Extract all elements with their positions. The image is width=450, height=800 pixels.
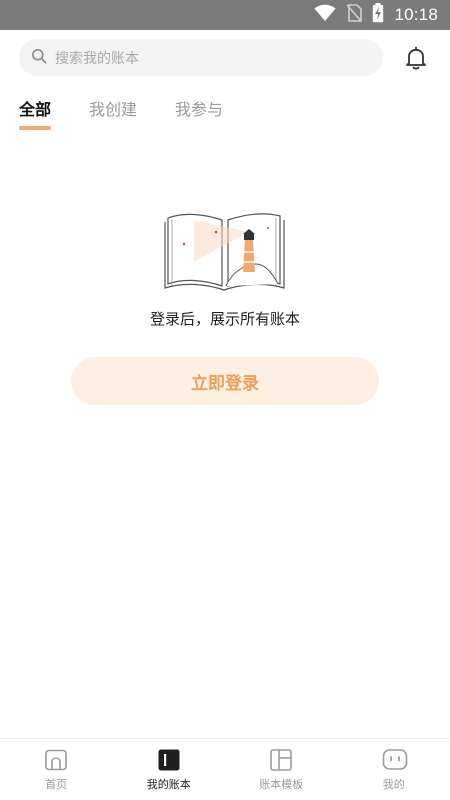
status-time: 10:18 [394,5,438,24]
tab-participating-label: 我参与 [175,100,224,119]
template-icon [269,748,293,772]
bottom-nav: 首页 我的账本 账本模板 我的 [0,738,450,800]
search-input[interactable]: 搜索我的账本 [19,39,383,76]
no-sim-icon [346,4,363,26]
search-icon [31,48,47,68]
profile-face-icon [382,748,408,772]
tab-all-label: 全部 [19,100,52,119]
notification-bell-icon[interactable] [402,44,430,72]
tab-all[interactable]: 全部 [19,96,52,130]
battery-charging-icon [372,3,384,27]
home-icon [44,748,68,772]
nav-home-label: 首页 [45,778,68,791]
nav-ledger-templates-label: 账本模板 [259,778,304,791]
tab-participating[interactable]: 我参与 [175,96,223,126]
status-bar: 10:18 [0,0,450,30]
status-icons: 10:18 [314,0,438,30]
nav-my-ledgers[interactable]: 我的账本 [113,739,226,800]
nav-ledger-templates[interactable]: 账本模板 [225,739,338,800]
ledger-filter-tabs: 全部 我创建 我参与 [19,96,261,130]
open-book-lighthouse-illustration [164,206,286,292]
nav-my-ledgers-label: 我的账本 [146,778,191,791]
nav-home[interactable]: 首页 [0,739,113,800]
ledger-icon [157,748,181,772]
nav-profile-label: 我的 [382,778,405,791]
tab-created-label: 我创建 [89,100,138,119]
search-placeholder: 搜索我的账本 [55,50,139,67]
nav-profile[interactable]: 我的 [338,739,450,800]
login-now-button[interactable]: 立即登录 [71,357,379,405]
wifi-icon [314,4,336,26]
empty-state-message: 登录后，展示所有账本 [149,310,300,328]
tab-created-by-me[interactable]: 我创建 [89,96,137,126]
tab-active-indicator [19,126,52,130]
